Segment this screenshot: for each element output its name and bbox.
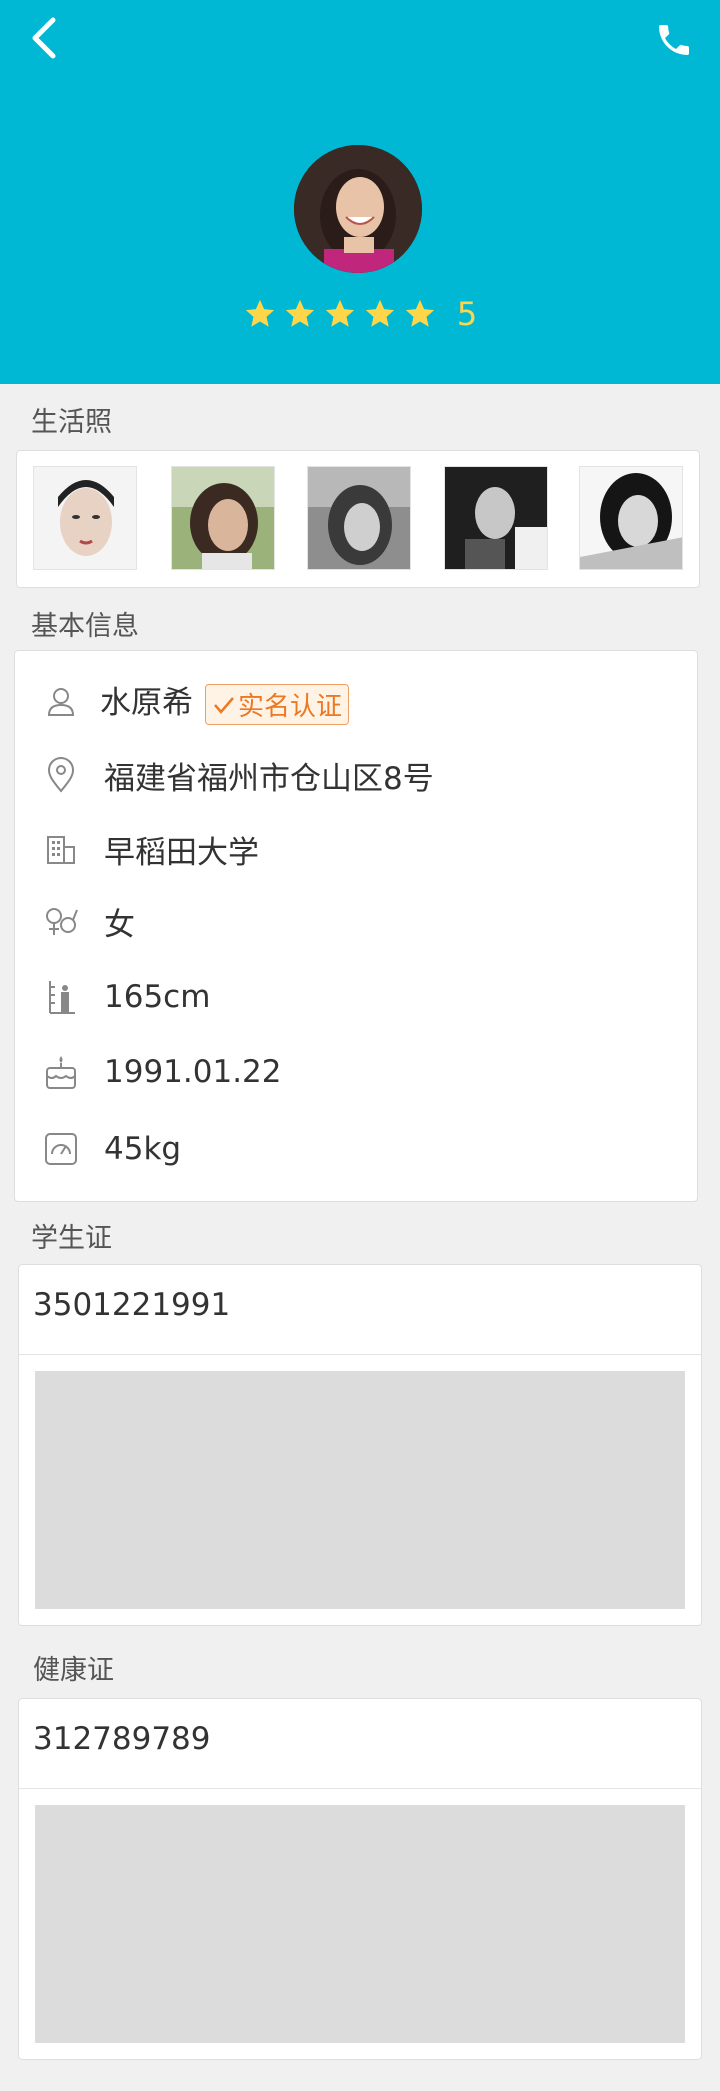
photo-gallery [16,450,700,588]
student-card-number: 3501221991 [33,1287,231,1323]
info-row-name: 水原希 实名认证 [15,671,699,731]
info-row-height: 165cm [15,967,699,1027]
section-title-basic-info: 基本信息 [31,611,139,642]
back-button[interactable] [22,16,66,60]
star-icon [325,299,354,327]
section-title-health-card: 健康证 [33,1655,114,1686]
info-row-school: 早稻田大学 [15,819,699,879]
health-card: 312789789 [18,1698,702,2060]
gender-icon [43,903,79,939]
call-button[interactable] [650,16,698,64]
life-photo[interactable] [33,466,137,570]
scale-icon [43,1131,79,1167]
address-text: 福建省福州市仓山区8号 [104,760,434,797]
star-icon [405,299,434,327]
birthday-text: 1991.01.22 [104,1054,282,1090]
section-title-student-card: 学生证 [31,1223,112,1254]
star-icon [365,299,394,327]
basic-info-card: 水原希 实名认证 福建省福州市仓山区8号 早稻田大学 女 165cm 1991.0… [14,650,698,1202]
profile-header: 5 [0,0,720,384]
cake-icon [43,1054,79,1090]
avatar-image [294,145,422,273]
rating: 5 [0,292,720,336]
building-icon [43,831,79,867]
school-text: 早稻田大学 [104,834,259,871]
info-row-birthday: 1991.01.22 [15,1042,699,1102]
health-card-image[interactable] [35,1805,685,2043]
life-photo[interactable] [444,466,548,570]
height-icon [43,979,79,1015]
info-row-address: 福建省福州市仓山区8号 [15,745,699,805]
verified-badge: 实名认证 [205,684,350,725]
rating-score: 5 [456,295,478,333]
life-photo[interactable] [171,466,275,570]
student-card-image[interactable] [35,1371,685,1609]
gender-text: 女 [104,906,135,943]
life-photo[interactable] [579,466,683,570]
person-icon [43,683,79,719]
check-icon [214,696,234,714]
star-icon [285,299,314,327]
verified-badge-label: 实名认证 [238,692,343,722]
info-row-gender: 女 [15,891,699,951]
weight-text: 45kg [104,1131,182,1167]
location-pin-icon [43,757,79,793]
phone-icon [659,25,689,55]
student-card: 3501221991 [18,1264,702,1626]
info-row-weight: 45kg [15,1119,699,1179]
divider [19,1354,701,1355]
height-text: 165cm [104,979,211,1015]
health-card-number: 312789789 [33,1721,211,1757]
life-photo[interactable] [307,466,411,570]
chevron-left-icon [32,17,56,59]
section-title-photos: 生活照 [31,407,112,438]
star-icon [245,299,274,327]
name-text: 水原希 [100,685,193,721]
divider [19,1788,701,1789]
avatar[interactable] [294,145,422,273]
